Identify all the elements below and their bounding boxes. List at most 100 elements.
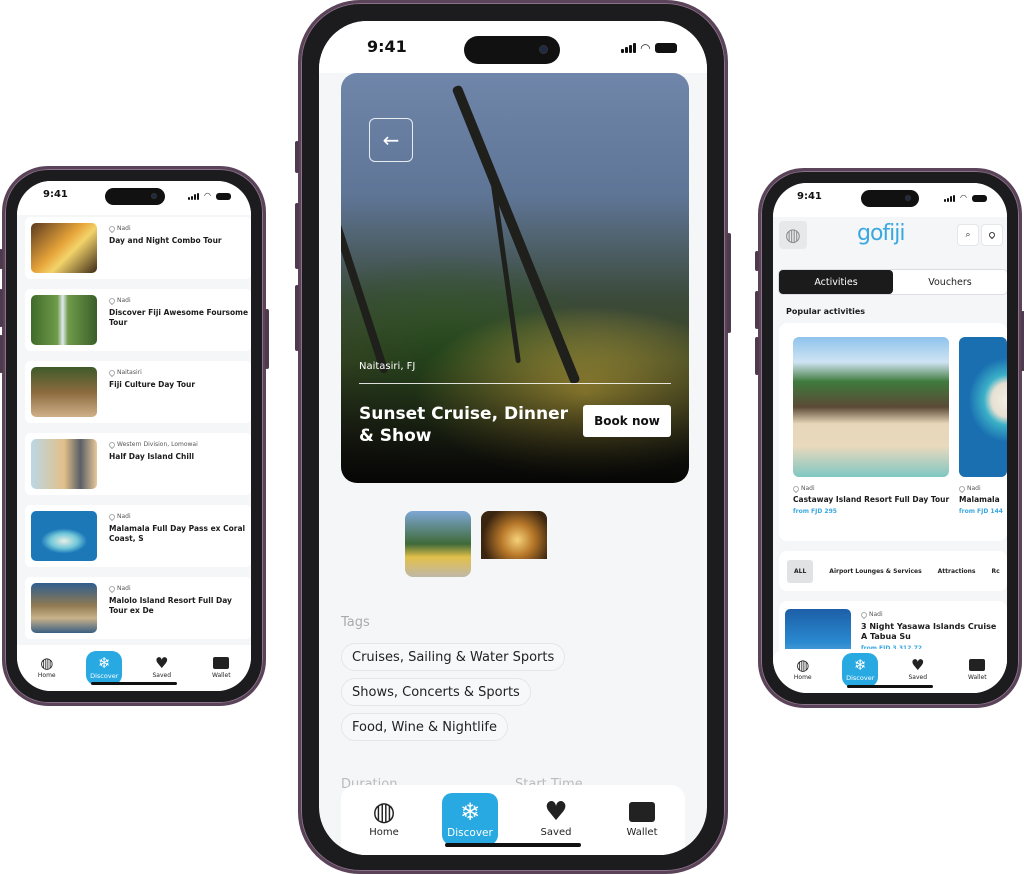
filter-chip-all[interactable]: ALL — [787, 559, 814, 583]
system-icons: ◠ — [944, 194, 987, 202]
ferris-wheel-icon: ❄ — [853, 656, 867, 674]
ferris-wheel-icon: ❄ — [459, 798, 481, 826]
filter-chip[interactable]: Airport Lounges & Services — [829, 568, 921, 575]
location-button[interactable] — [981, 224, 1003, 246]
home-indicator — [91, 682, 177, 685]
activity-location: Nadi — [967, 485, 981, 492]
volume-up-button — [755, 291, 759, 329]
map-pin-icon — [859, 610, 869, 619]
wifi-icon: ◠ — [204, 191, 211, 200]
activity-card[interactable]: Nadi Malolo Island Resort Full Day Tour … — [25, 577, 251, 639]
activity-card[interactable]: Naitasiri Fiji Culture Day Tour — [25, 361, 251, 423]
system-icons: ◠ — [620, 42, 677, 54]
status-time: 9:41 — [797, 191, 822, 202]
activity-location: Nadi — [107, 296, 131, 305]
volume-up-button — [0, 289, 3, 327]
volume-up-button — [295, 203, 299, 269]
tab-wallet[interactable]: Wallet — [201, 651, 241, 685]
popular-activity-card[interactable]: Nadi Malamala from FJD 144 — [957, 337, 1007, 515]
wifi-icon: ◠ — [960, 193, 967, 202]
activity-location: Naitasiri — [107, 368, 142, 377]
dynamic-island — [464, 36, 560, 64]
filter-chip[interactable]: Attractions — [938, 568, 976, 575]
tag-chip[interactable]: Food, Wine & Nightlife — [341, 713, 508, 741]
tab-bar: ◍ Home ❄ Discover ♥ Saved Wallet — [17, 645, 251, 691]
activity-thumbnail — [31, 367, 97, 417]
activity-title: Malolo Island Resort Full Day Tour ex De — [109, 596, 232, 615]
segmented-control: Activities Vouchers — [778, 269, 1007, 295]
signal-icon — [944, 194, 956, 202]
map-pin-icon — [107, 368, 117, 377]
filter-chip[interactable]: Rc — [991, 568, 999, 575]
activity-card[interactable]: Nadi Malamala Full Day Pass ex Coral Coa… — [25, 505, 251, 567]
activity-thumbnail — [31, 511, 97, 561]
activity-title: Discover Fiji Awesome Foursome Tour — [109, 308, 249, 327]
map-pin-icon — [987, 230, 997, 240]
activity-title: Day and Night Combo Tour — [109, 236, 222, 245]
activity-price: from FJD 144 — [959, 508, 1003, 515]
popular-activities-carousel: Nadi Castaway Island Resort Full Day Tou… — [779, 323, 1007, 541]
map-pin-icon — [107, 296, 117, 305]
activity-price: from FJD 295 — [793, 508, 837, 515]
home-indicator — [445, 843, 581, 847]
sun-wave-icon: ◍ — [785, 224, 801, 246]
tag-chip[interactable]: Cruises, Sailing & Water Sports — [341, 643, 566, 671]
activity-card[interactable]: Western Division, Lomowai Half Day Islan… — [25, 433, 251, 495]
volume-down-button — [755, 337, 759, 375]
activity-image — [959, 337, 1007, 477]
activity-title: Fiji Culture Day Tour — [109, 380, 196, 389]
activity-title: Half Day Island Chill — [109, 452, 195, 461]
activity-thumbnail — [31, 223, 97, 273]
tab-discover[interactable]: ❄ Discover — [842, 653, 879, 687]
activity-thumbnail — [31, 295, 97, 345]
tab-vouchers[interactable]: Vouchers — [893, 270, 1007, 294]
back-button[interactable]: ← — [369, 118, 413, 162]
activity-image — [793, 337, 949, 477]
book-now-button[interactable]: Book now — [583, 405, 671, 437]
side-button — [755, 251, 759, 271]
gallery-thumbnail[interactable] — [481, 511, 547, 559]
arrow-left-icon: ← — [382, 128, 400, 152]
image-gallery — [405, 511, 547, 577]
phone-center: 9:41 ◠ ← Naitasiri, FJ Sunset Cruise, Di… — [295, 0, 731, 874]
dynamic-island — [105, 188, 165, 205]
activity-location: Nadi — [107, 512, 131, 521]
activity-card[interactable]: Nadi Day and Night Combo Tour — [25, 217, 251, 279]
battery-icon — [972, 194, 987, 202]
activity-card[interactable]: Nadi Discover Fiji Awesome Foursome Tour — [25, 289, 251, 351]
category-filters: ALL Airport Lounges & Services Attractio… — [779, 551, 1007, 591]
tab-home[interactable]: ◍ Home — [783, 653, 823, 687]
popular-activity-card[interactable]: Nadi Castaway Island Resort Full Day Tou… — [791, 337, 949, 515]
tag-chip[interactable]: Shows, Concerts & Sports — [341, 678, 531, 706]
map-pin-icon — [107, 440, 117, 449]
tab-saved[interactable]: ♥ Saved — [898, 653, 938, 687]
activity-location: Nadi — [869, 611, 883, 618]
home-logo-button[interactable]: ◍ — [779, 221, 807, 249]
tab-home[interactable]: ◍ Home — [356, 793, 412, 845]
gallery-thumbnail[interactable] — [405, 511, 471, 577]
battery-icon — [655, 43, 677, 53]
sun-wave-icon: ◍ — [372, 797, 396, 827]
tab-home[interactable]: ◍ Home — [27, 651, 67, 685]
tab-discover[interactable]: ❄ Discover — [442, 793, 498, 845]
ferris-wheel-icon: ❄ — [97, 654, 111, 672]
divider — [359, 383, 671, 384]
tab-activities[interactable]: Activities — [779, 270, 893, 294]
activity-thumbnail — [31, 583, 97, 633]
tab-saved[interactable]: ♥ Saved — [142, 651, 182, 685]
phone-left: 9:41 ◠ Nadi Day and Night Combo Tour Nad… — [0, 166, 269, 706]
tab-wallet[interactable]: Wallet — [614, 793, 670, 845]
phone-right: 9:41 ◠ ◍ gofiji ⌕ Activities Vouchers Po… — [755, 168, 1024, 708]
tab-discover[interactable]: ❄ Discover — [86, 651, 123, 685]
tab-saved[interactable]: ♥ Saved — [528, 793, 584, 845]
search-button[interactable]: ⌕ — [957, 224, 979, 246]
activity-thumbnail — [31, 439, 97, 489]
right-screen: 9:41 ◠ ◍ gofiji ⌕ Activities Vouchers Po… — [773, 183, 1007, 693]
home-indicator — [847, 685, 933, 688]
camera-icon — [539, 45, 548, 54]
side-button — [295, 141, 299, 173]
volume-down-button — [295, 285, 299, 351]
tab-wallet[interactable]: Wallet — [957, 653, 997, 687]
map-pin-icon — [107, 512, 117, 521]
activity-title: Malamala Full Day Pass ex Coral Coast, S — [109, 524, 246, 543]
